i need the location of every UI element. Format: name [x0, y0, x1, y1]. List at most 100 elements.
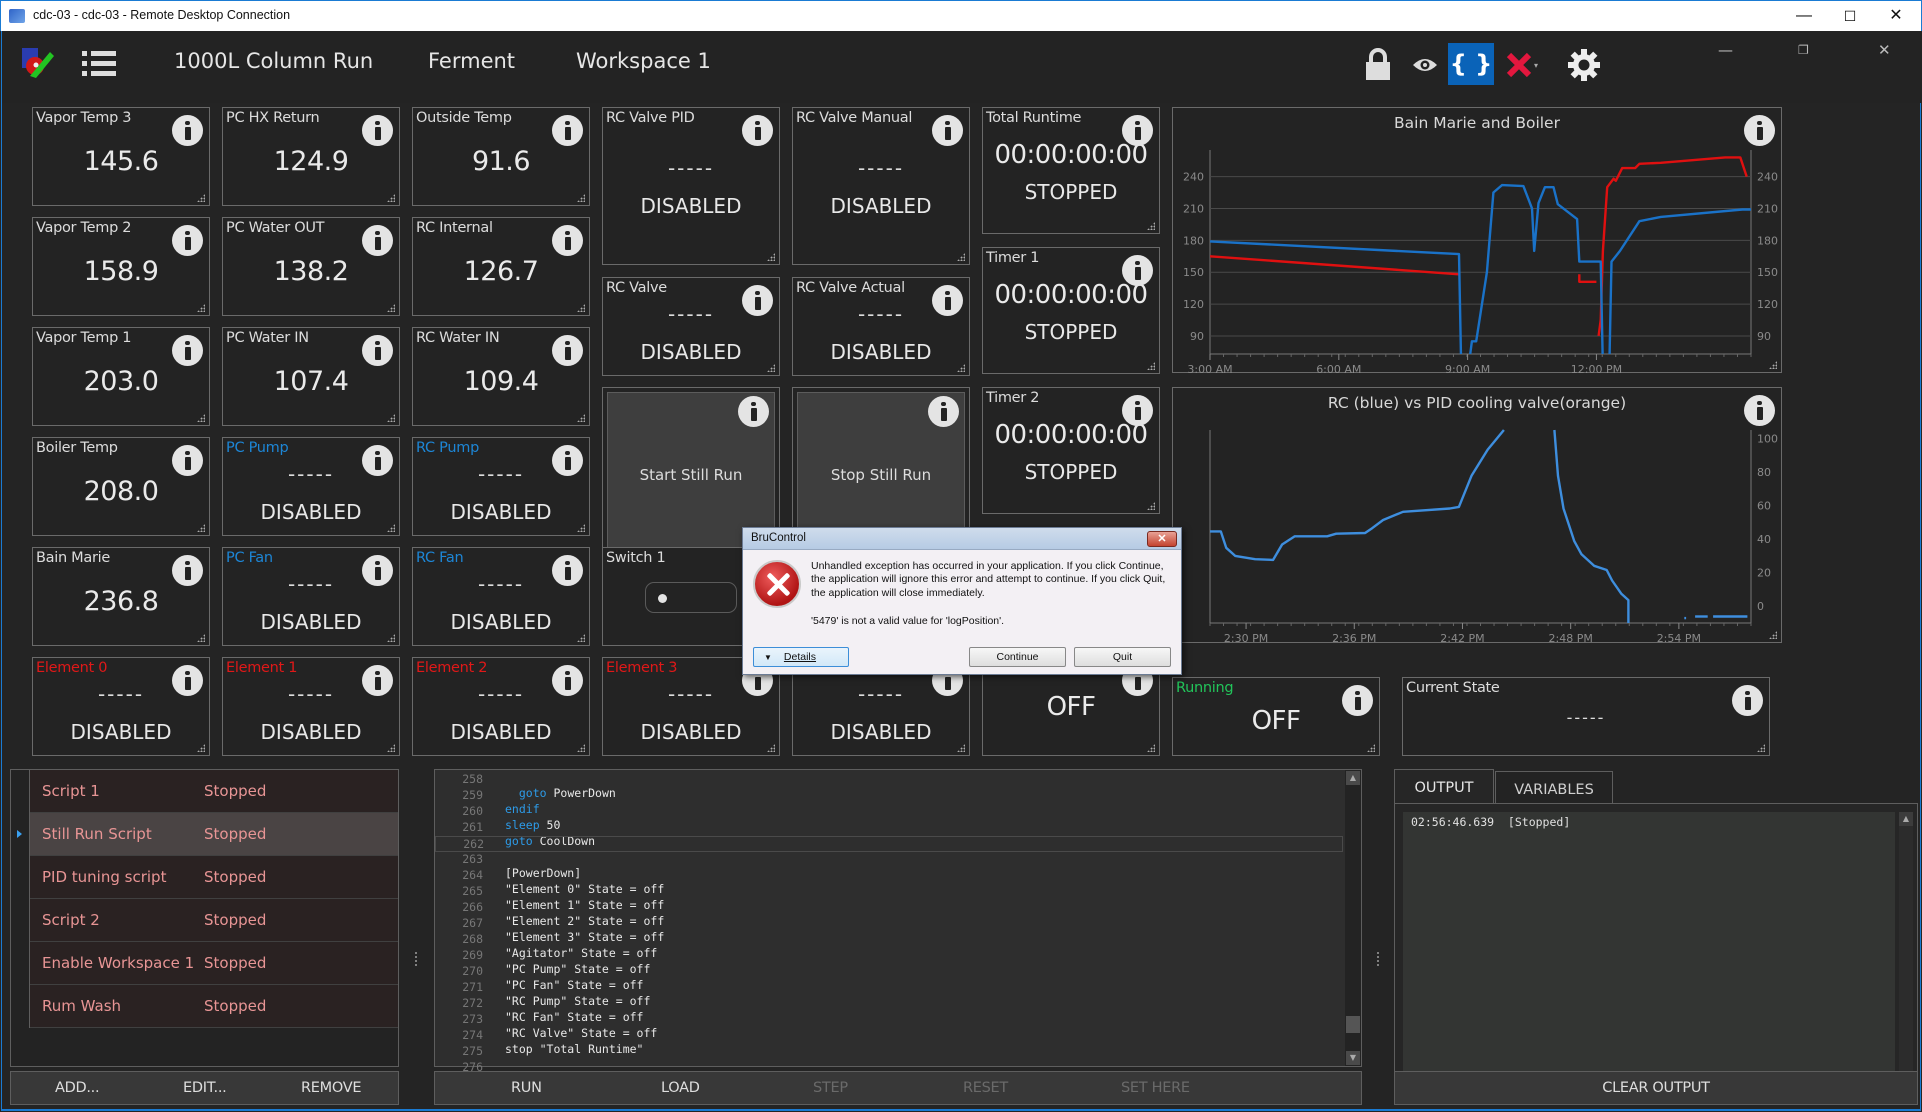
info-icon[interactable]: [172, 225, 203, 256]
code-line[interactable]: 275: [435, 1044, 1343, 1060]
script-row[interactable]: PID tuning script Stopped: [30, 856, 398, 899]
editor-scrollbar[interactable]: ▲ ▼: [1345, 770, 1361, 1066]
code-line[interactable]: 271 "RC Pump" State = off: [435, 980, 1343, 1008]
resize-grip-icon[interactable]: [577, 634, 585, 642]
info-icon[interactable]: [552, 555, 583, 586]
minimize-button[interactable]: —: [1781, 1, 1827, 31]
app-minimize-button[interactable]: —: [1718, 41, 1733, 59]
info-icon[interactable]: [1122, 395, 1153, 426]
info-icon[interactable]: [1744, 395, 1775, 426]
script-row[interactable]: Enable Workspace 1 Stopped: [30, 942, 398, 985]
resize-grip-icon[interactable]: [1367, 744, 1375, 752]
info-icon[interactable]: [552, 225, 583, 256]
script-row[interactable]: Rum Wash Stopped: [30, 985, 398, 1028]
code-line[interactable]: 265 "Element 1" State = off: [435, 884, 1343, 912]
resize-grip-icon[interactable]: [387, 304, 395, 312]
splitter-handle[interactable]: [414, 951, 418, 967]
info-icon[interactable]: [1122, 115, 1153, 146]
disconnect-x-icon[interactable]: ▾: [1502, 45, 1542, 85]
close-button[interactable]: ✕: [1873, 1, 1919, 31]
resize-grip-icon[interactable]: [767, 253, 775, 261]
info-icon[interactable]: [362, 115, 393, 146]
info-icon[interactable]: [742, 115, 773, 146]
resize-grip-icon[interactable]: [1147, 222, 1155, 230]
info-icon[interactable]: [1744, 115, 1775, 146]
resize-grip-icon[interactable]: [197, 304, 205, 312]
gear-icon[interactable]: [1564, 45, 1604, 85]
workspace-tab-ferment[interactable]: Ferment: [428, 49, 515, 73]
maximize-button[interactable]: ☐: [1827, 1, 1873, 31]
info-icon[interactable]: [742, 285, 773, 316]
resize-grip-icon[interactable]: [1147, 744, 1155, 752]
resize-grip-icon[interactable]: [957, 364, 965, 372]
continue-button[interactable]: Continue: [969, 647, 1066, 667]
hamburger-menu-icon[interactable]: [82, 49, 116, 79]
code-line[interactable]: 264 "Element 0" State = off: [435, 868, 1343, 896]
scroll-up-arrow-icon[interactable]: ▲: [1346, 771, 1360, 785]
script-row[interactable]: Still Run Script Stopped: [30, 813, 398, 856]
code-line[interactable]: 272 "RC Fan" State = off: [435, 996, 1343, 1024]
clear-output-button[interactable]: CLEAR OUTPUT: [1395, 1080, 1917, 1096]
code-line[interactable]: 266 "Element 2" State = off: [435, 900, 1343, 928]
code-line[interactable]: 261 goto CoolDown: [435, 820, 1343, 848]
lock-icon[interactable]: [1362, 45, 1394, 85]
resize-grip-icon[interactable]: [1147, 502, 1155, 510]
info-icon[interactable]: [172, 335, 203, 366]
info-icon[interactable]: [172, 665, 203, 696]
resize-grip-icon[interactable]: [957, 744, 965, 752]
resize-grip-icon[interactable]: [387, 634, 395, 642]
code-line[interactable]: 258 goto PowerDown: [435, 772, 1343, 800]
load-button[interactable]: LOAD: [661, 1080, 700, 1096]
dialog-close-button[interactable]: ✕: [1147, 531, 1177, 547]
output-scrollbar[interactable]: ▲ ▼: [1899, 812, 1913, 1090]
code-line[interactable]: 260 sleep 50: [435, 804, 1343, 832]
script-editor[interactable]: 258 goto PowerDown 259 endif 260 sleep 50 2…: [434, 769, 1362, 1088]
edit-script-button[interactable]: EDIT...: [183, 1080, 227, 1096]
resize-grip-icon[interactable]: [1757, 744, 1765, 752]
info-icon[interactable]: [172, 115, 203, 146]
info-icon[interactable]: [362, 665, 393, 696]
scroll-down-arrow-icon[interactable]: ▼: [1346, 1051, 1360, 1065]
run-button[interactable]: RUN: [511, 1080, 542, 1096]
set-here-button[interactable]: SET HERE: [1121, 1080, 1190, 1096]
info-icon[interactable]: [928, 396, 959, 427]
workspace-tab-workspace-1[interactable]: Workspace 1: [576, 49, 711, 73]
info-icon[interactable]: [1122, 255, 1153, 286]
braces-script-icon[interactable]: { }: [1448, 43, 1494, 85]
quit-button[interactable]: Quit: [1074, 647, 1171, 667]
code-line[interactable]: 268 "Agitator" State = off: [435, 932, 1343, 960]
code-line[interactable]: 274 stop "Total Runtime": [435, 1028, 1343, 1056]
eye-icon[interactable]: [1408, 45, 1442, 85]
workspace-tab-1000l-column-run[interactable]: 1000L Column Run: [174, 49, 373, 73]
details-button[interactable]: ▼ Details: [753, 647, 849, 667]
reset-button[interactable]: RESET: [963, 1080, 1008, 1096]
code-line[interactable]: 267 "Element 3" State = off: [435, 916, 1343, 944]
info-icon[interactable]: [1732, 685, 1763, 716]
scroll-thumb[interactable]: [1346, 1016, 1360, 1033]
splitter-handle[interactable]: [1376, 951, 1380, 967]
resize-grip-icon[interactable]: [577, 524, 585, 532]
info-icon[interactable]: [552, 665, 583, 696]
scroll-up-arrow-icon[interactable]: ▲: [1899, 812, 1913, 826]
info-icon[interactable]: [552, 335, 583, 366]
resize-grip-icon[interactable]: [577, 194, 585, 202]
app-restore-button[interactable]: ❐: [1798, 43, 1809, 57]
remove-script-button[interactable]: REMOVE: [301, 1080, 361, 1096]
resize-grip-icon[interactable]: [767, 744, 775, 752]
resize-grip-icon[interactable]: [1147, 362, 1155, 370]
resize-grip-icon[interactable]: [577, 744, 585, 752]
code-line[interactable]: 270 "PC Fan" State = off: [435, 964, 1343, 992]
resize-grip-icon[interactable]: [197, 414, 205, 422]
code-line[interactable]: 259 endif: [435, 788, 1343, 816]
script-row[interactable]: Script 2 Stopped: [30, 899, 398, 942]
info-icon[interactable]: [362, 335, 393, 366]
code-line[interactable]: 263 [PowerDown]: [435, 852, 1343, 880]
info-icon[interactable]: [172, 445, 203, 476]
info-icon[interactable]: [552, 115, 583, 146]
info-icon[interactable]: [932, 285, 963, 316]
info-icon[interactable]: [932, 115, 963, 146]
resize-grip-icon[interactable]: [197, 744, 205, 752]
app-close-button[interactable]: ✕: [1878, 41, 1891, 59]
resize-grip-icon[interactable]: [197, 634, 205, 642]
add-script-button[interactable]: ADD...: [55, 1080, 100, 1096]
